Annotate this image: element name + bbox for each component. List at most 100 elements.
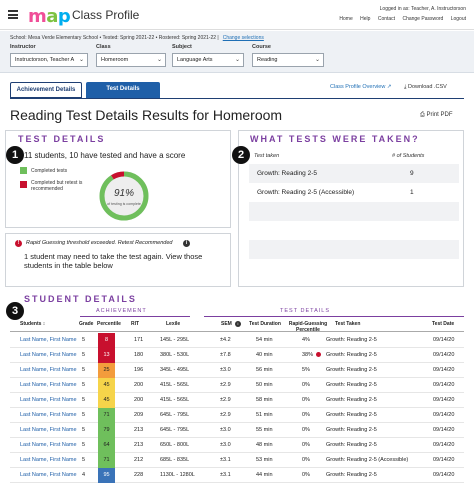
rapid-guessing-cell: 0% <box>302 412 310 418</box>
download-icon: ⤓ <box>404 84 407 90</box>
percentile-cell: 79 <box>98 423 115 438</box>
test-details-group-rule <box>204 316 464 317</box>
download-csv-button[interactable]: ⤓ Download .CSV <box>404 84 447 91</box>
test-count: 1 <box>410 189 414 196</box>
rapid-guessing-cell: 0% <box>302 442 310 448</box>
sem-cell: ±3.1 <box>220 472 231 478</box>
grade-column-header: Grade <box>79 321 94 327</box>
sem-info-icon[interactable]: i <box>235 321 241 327</box>
test-date-cell: 09/14/20 <box>433 337 455 343</box>
context-bar: School: Mesa Verde Elementary School • T… <box>0 31 474 73</box>
sem-cell: ±4.2 <box>220 337 231 343</box>
class-value: Homeroom <box>101 57 129 63</box>
percentile-cell: 71 <box>98 408 115 423</box>
logged-in-user: Logged in as: Teacher, A. Instructorson <box>379 6 466 12</box>
sort-arrow-icon: ↕ <box>42 321 46 327</box>
duration-cell: 48 min <box>256 442 273 448</box>
gauge-caption: of testing is complete <box>107 202 141 206</box>
percentile-cell: 45 <box>98 393 115 408</box>
change-selections-link[interactable]: Change selections <box>223 35 264 41</box>
grade-cell: 5 <box>82 397 86 403</box>
table-row: Last Name, First Name 5 71 212 685L - 835L ±3… <box>10 453 464 468</box>
home-link[interactable]: Home <box>339 16 352 22</box>
lexile-cell: 645L - 795L <box>160 427 190 433</box>
student-name-link[interactable]: Last Name, First Name <box>20 337 77 343</box>
completion-gauge: 91% of testing is complete <box>99 171 149 221</box>
contact-link[interactable]: Contact <box>378 16 395 22</box>
test-taken-column-header: Test Taken <box>335 321 361 327</box>
context-summary: School: Mesa Verde Elementary School • T… <box>10 35 264 41</box>
rapid-guessing-cell: 5% <box>302 367 310 373</box>
test-taken-cell: Growth: Reading 2-5 <box>326 412 377 418</box>
grade-cell: 5 <box>82 457 86 463</box>
external-link-icon: ↗ <box>386 84 392 90</box>
tab-achievement-details[interactable]: Achievement Details <box>10 82 82 98</box>
percentile-column-header: Percentile <box>97 321 121 327</box>
info-icon[interactable]: i <box>183 240 190 247</box>
download-label: Download .CSV <box>407 84 447 90</box>
student-name-link[interactable]: Last Name, First Name <box>20 427 77 433</box>
grade-cell: 5 <box>82 412 86 418</box>
duration-cell: 58 min <box>256 397 273 403</box>
student-name-link[interactable]: Last Name, First Name <box>20 367 77 373</box>
menu-icon[interactable] <box>8 10 18 19</box>
lexile-cell: 415L - 565L <box>160 382 190 388</box>
course-select[interactable]: Reading ⌄ <box>252 53 324 67</box>
completed-legend-swatch <box>20 167 27 174</box>
lexile-cell: 145L - 295L <box>160 337 190 343</box>
subject-value: Language Arts <box>177 57 213 63</box>
table-row: Last Name, First Name 5 79 213 645L - 795L ±3… <box>10 423 464 438</box>
percentile-cell: 45 <box>98 378 115 393</box>
percentile-cell: 25 <box>98 363 115 378</box>
lexile-cell: 650L - 800L <box>160 442 190 448</box>
page-title: Reading Test Details Results for Homeroo… <box>10 107 283 123</box>
class-profile-overview-link[interactable]: Class Profile Overview ↗ <box>330 84 391 90</box>
rapid-guessing-cell: 0% <box>302 397 310 403</box>
tab-test-details[interactable]: Test Details <box>86 82 160 98</box>
instructor-select[interactable]: Instructorson, Teacher A ⌄ <box>10 53 88 67</box>
rapid-guessing-alert-icon <box>316 352 322 358</box>
table-row: Last Name, First Name 5 45 200 415L - 565L ±2… <box>10 378 464 393</box>
test-row: Growth: Reading 2-5 9 <box>249 164 459 183</box>
callout-badge-2: 2 <box>232 146 250 164</box>
test-date-cell: 09/14/20 <box>433 382 455 388</box>
student-name-link[interactable]: Last Name, First Name <box>20 397 77 403</box>
grade-cell: 5 <box>82 382 86 388</box>
student-name-link[interactable]: Last Name, First Name <box>20 412 77 418</box>
duration-cell: 50 min <box>256 382 273 388</box>
class-select[interactable]: Homeroom ⌄ <box>96 53 166 67</box>
map-logo[interactable]: map <box>28 6 71 27</box>
rit-cell: 200 <box>134 397 144 403</box>
student-name-link[interactable]: Last Name, First Name <box>20 472 77 478</box>
test-taken-cell: Growth: Reading 2-5 <box>326 472 377 478</box>
sem-cell: ±3.1 <box>220 457 231 463</box>
lexile-cell: 685L - 835L <box>160 457 190 463</box>
students-header-label: Students <box>20 321 42 327</box>
logout-link[interactable]: Logout <box>451 16 466 22</box>
student-name-link[interactable]: Last Name, First Name <box>20 457 77 463</box>
change-password-link[interactable]: Change Password <box>402 16 443 22</box>
callout-badge-3: 3 <box>6 302 24 320</box>
student-name-link[interactable]: Last Name, First Name <box>20 352 77 358</box>
empty-row <box>249 202 459 221</box>
duration-column-header: Test Duration <box>249 321 281 327</box>
tests-taken-title: WHAT TESTS WERE TAKEN? <box>250 134 420 144</box>
test-name: Growth: Reading 2-5 (Accessible) <box>257 189 355 196</box>
help-link[interactable]: Help <box>360 16 370 22</box>
chevron-down-icon: ⌄ <box>78 57 84 63</box>
tested-summary: 11 students, 10 have tested and have a s… <box>24 151 186 160</box>
overview-label: Class Profile Overview <box>330 84 386 90</box>
print-pdf-button[interactable]: ⎙ Print PDF <box>420 112 453 119</box>
subject-select[interactable]: Language Arts ⌄ <box>172 53 244 67</box>
student-name-link[interactable]: Last Name, First Name <box>20 442 77 448</box>
test-date-cell: 09/14/20 <box>433 367 455 373</box>
test-date-cell: 09/14/20 <box>433 352 455 358</box>
rapid-guessing-cell: 0% <box>302 472 310 478</box>
test-details-title: TEST DETAILS <box>18 134 106 144</box>
student-name-link[interactable]: Last Name, First Name <box>20 382 77 388</box>
students-column-header[interactable]: Students ↕ <box>20 321 45 327</box>
instructor-label: Instructor <box>10 44 36 50</box>
test-taken-cell: Growth: Reading 2-5 <box>326 337 377 343</box>
lexile-cell: 380L - 530L <box>160 352 190 358</box>
test-taken-cell: Growth: Reading 2-5 <box>326 367 377 373</box>
